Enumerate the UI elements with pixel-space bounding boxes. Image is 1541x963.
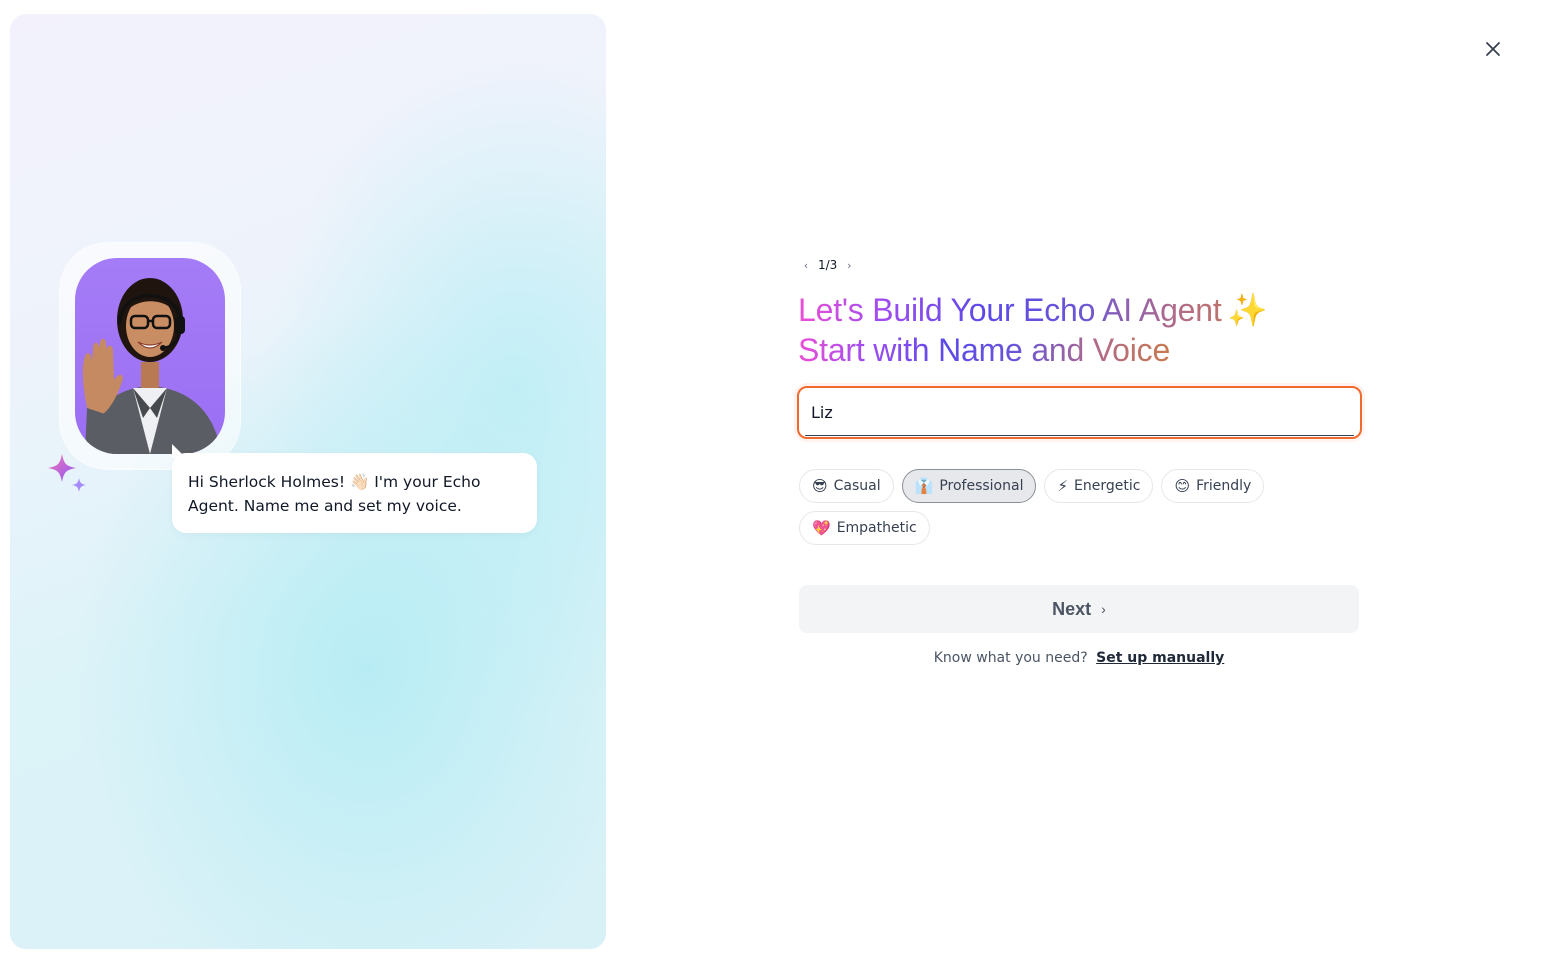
tone-chip-empathetic[interactable]: 💖 Empathetic (799, 511, 930, 545)
tone-chip-energetic[interactable]: ⚡ Energetic (1044, 469, 1154, 503)
close-button[interactable] (1480, 36, 1506, 62)
tone-chip-label: Professional (939, 478, 1024, 494)
tone-friendly-icon: 😊 (1174, 476, 1191, 495)
chevron-right-icon: › (1101, 601, 1106, 617)
next-step-button[interactable]: › (843, 259, 855, 272)
agent-avatar-illustration (82, 278, 221, 454)
agent-name-field[interactable] (797, 386, 1362, 439)
title-line-1-text: Let's Build Your Echo AI Agent (798, 292, 1222, 328)
tone-empathetic-icon: 💖 (812, 518, 831, 537)
tone-chip-friendly[interactable]: 😊 Friendly (1161, 469, 1265, 503)
tone-chip-label: Energetic (1074, 478, 1141, 494)
tone-professional-icon: 👔 (914, 476, 934, 495)
agent-name-input[interactable] (799, 388, 1360, 437)
tone-options: 😎 Casual 👔 Professional ⚡ Energetic 😊 Friendly 💖… (799, 469, 1269, 545)
step-count: 1/3 (818, 258, 838, 272)
manual-setup-row: Know what you need? Set up manually (799, 650, 1359, 666)
title-line-1: Let's Build Your Echo AI Agent ✨ (798, 290, 1268, 330)
title-line-2: Start with Name and Voice (798, 332, 1171, 368)
setup-manually-link[interactable]: Set up manually (1096, 650, 1224, 666)
step-indicator: ‹ 1/3 › (800, 256, 855, 274)
prev-step-button[interactable]: ‹ (800, 259, 812, 272)
close-icon (1486, 42, 1500, 56)
page-title: Let's Build Your Echo AI Agent ✨ Start wi… (798, 290, 1267, 370)
next-button[interactable]: Next › (799, 585, 1359, 633)
tone-chip-label: Casual (833, 478, 881, 494)
sparkles-icon: ✨ (1227, 292, 1268, 328)
next-button-label: Next (1052, 598, 1092, 619)
tone-chip-label: Empathetic (836, 520, 917, 536)
sparkle-icon (48, 454, 86, 492)
tone-chip-casual[interactable]: 😎 Casual (799, 469, 894, 503)
tone-casual-icon: 😎 (812, 476, 828, 495)
agent-avatar (75, 258, 225, 454)
tone-chip-professional[interactable]: 👔 Professional (901, 469, 1037, 503)
tone-energetic-icon: ⚡ (1057, 476, 1069, 495)
welcome-speech-bubble: Hi Sherlock Holmes! 👋🏻 I'm your Echo Age… (172, 453, 537, 533)
manual-setup-prompt: Know what you need? (933, 650, 1088, 666)
tone-chip-label: Friendly (1196, 478, 1252, 494)
